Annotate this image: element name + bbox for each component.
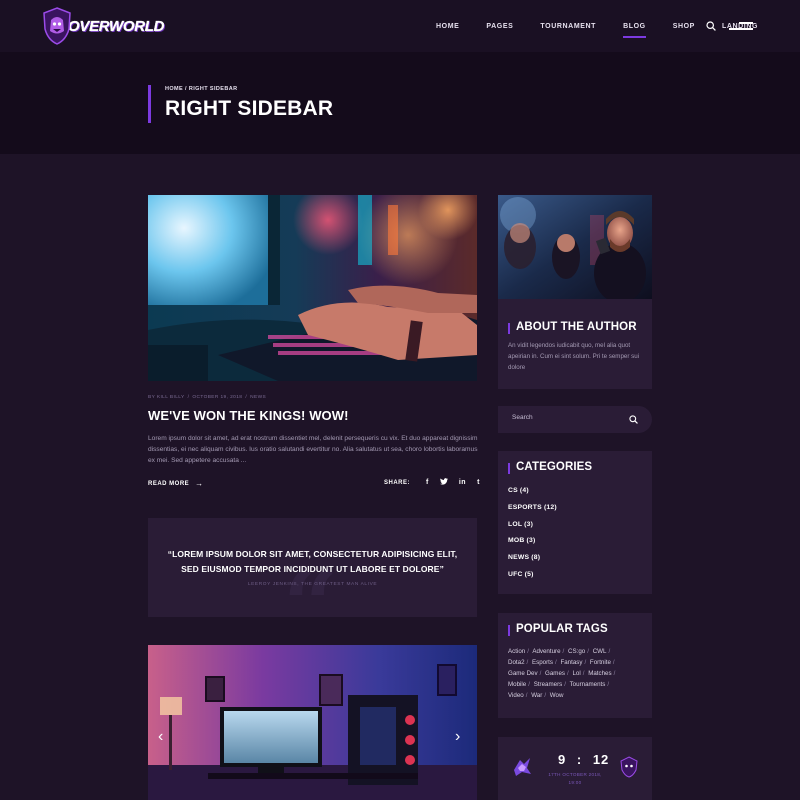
share-label: SHARE: (384, 479, 411, 486)
widget-accent-bar (508, 323, 510, 334)
slider-next-arrow-icon[interactable]: › (455, 729, 460, 745)
score-left: 9 (558, 752, 567, 767)
header-accent-bar (148, 85, 151, 123)
breadcrumb[interactable]: HOME / RIGHT SIDEBAR (165, 86, 237, 92)
categories-list: CS (4) ESPORTS (12) LOL (3) MOB (3) NEWS… (508, 487, 557, 588)
about-author-widget: ABOUT THE AUTHOR An vidit legendos iudic… (498, 195, 652, 389)
linkedin-icon[interactable]: in (459, 479, 466, 486)
nav-item-home[interactable]: HOME (436, 23, 459, 30)
share-bar: SHARE: f in t (384, 478, 491, 487)
team-right-logo-icon (620, 756, 638, 778)
nav-item-pages[interactable]: PAGES (486, 23, 513, 30)
slider-prev-arrow-icon[interactable]: ‹ (158, 729, 163, 745)
tag-link[interactable]: Game Dev (508, 670, 538, 677)
tag-link[interactable]: Lol (572, 670, 580, 677)
twitter-icon[interactable] (439, 478, 448, 487)
page-header: HOME / RIGHT SIDEBAR RIGHT SIDEBAR (0, 52, 800, 154)
tag-link[interactable]: Action (508, 648, 525, 655)
nav-item-tournament[interactable]: TOURNAMENT (540, 23, 596, 30)
logo-text: OVERWORLD (68, 17, 165, 35)
post-author[interactable]: BY KILL BILLY (148, 395, 185, 400)
category-item[interactable]: LOL (3) (508, 521, 557, 538)
tag-link[interactable]: Adventure (532, 648, 560, 655)
site-logo[interactable]: OVERWORLD (42, 6, 165, 46)
tag-link[interactable]: Tournaments (570, 681, 606, 688)
quote-author: LEEROY JENKINS, THE GREATEST MAN ALIVE (247, 582, 378, 587)
author-photo (498, 195, 652, 299)
category-item[interactable]: UFC (5) (508, 571, 557, 588)
quote-text: “LOREM IPSUM DOLOR SIT AMET, CONSECTETUR… (167, 549, 458, 574)
category-item[interactable]: CS (4) (508, 487, 557, 504)
hamburger-icon[interactable] (729, 21, 753, 31)
search-icon[interactable] (629, 415, 638, 424)
categories-title: CATEGORIES (516, 461, 593, 473)
tag-link[interactable]: Fortnite (590, 659, 611, 666)
team-left-logo-icon (514, 758, 531, 776)
post-date[interactable]: OCTOBER 19, 2018 (192, 395, 242, 400)
tag-link[interactable]: Video (508, 692, 524, 699)
post-featured-image[interactable] (148, 195, 477, 381)
nav-item-blog[interactable]: BLOG (623, 23, 646, 38)
blockquote: “ “LOREM IPSUM DOLOR SIT AMET, CONSECTET… (148, 518, 477, 617)
category-item[interactable]: MOB (3) (508, 537, 557, 554)
post-excerpt: Lorem ipsum dolor sit amet, ad erat nost… (148, 435, 478, 464)
facebook-icon[interactable]: f (426, 479, 429, 486)
categories-widget: CATEGORIES CS (4) ESPORTS (12) LOL (3) M… (498, 451, 652, 594)
tag-link[interactable]: Matches (588, 670, 611, 677)
tag-link[interactable]: Dota2 (508, 659, 525, 666)
gaming-room-photo (148, 645, 477, 800)
top-navbar: OVERWORLD HOME PAGES TOURNAMENT BLOG SHO… (0, 0, 800, 52)
post-category[interactable]: NEWS (250, 395, 266, 400)
match-date-day: 17TH OCTOBER 2018, (548, 772, 602, 777)
tag-link[interactable]: Mobile (508, 681, 526, 688)
popular-tags-title: POPULAR TAGS (516, 623, 608, 635)
search-icon[interactable] (706, 21, 716, 31)
next-match-widget[interactable]: 9 : 12 17TH OCTOBER 2018, 19:00 (498, 737, 652, 800)
tag-link[interactable]: CS:go (568, 648, 585, 655)
tag-cloud: Action / Adventure / CS:go / CWL / Dota2/ Es… (508, 648, 616, 699)
sidebar-search-input[interactable] (512, 414, 622, 421)
category-item[interactable]: NEWS (8) (508, 554, 557, 571)
about-author-text: An vidit legendos iudicabit quo, mel ali… (508, 342, 640, 371)
post-meta: BY KILL BILLY / OCTOBER 19, 2018/NEWS (148, 395, 267, 400)
score-separator: : (576, 752, 583, 767)
tag-link[interactable]: CWL (593, 648, 607, 655)
popular-tags-widget: POPULAR TAGS Action / Adventure / CS:go / C… (498, 613, 652, 718)
match-date-time: 19:00 (568, 780, 582, 785)
tag-link[interactable]: Esports (532, 659, 553, 666)
tumblr-icon[interactable]: t (477, 479, 480, 486)
gaming-keyboard-photo (148, 195, 477, 381)
widget-accent-bar (508, 463, 510, 474)
read-more-label: READ MORE (148, 480, 190, 487)
post-gallery-slider[interactable]: ‹ › (148, 645, 477, 800)
tag-link[interactable]: Streamers (534, 681, 563, 688)
post-title[interactable]: WE'VE WON THE KINGS! WOW! (148, 408, 349, 423)
match-date: 17TH OCTOBER 2018, 19:00 (545, 771, 605, 787)
tag-link[interactable]: War (531, 692, 542, 699)
nav-item-shop[interactable]: SHOP (673, 23, 695, 30)
arrow-right-icon: → (195, 479, 204, 488)
about-author-title: ABOUT THE AUTHOR (516, 321, 637, 333)
page-title: RIGHT SIDEBAR (165, 97, 334, 120)
read-more-link[interactable]: READ MORE → (148, 479, 204, 488)
logo-mascot-icon (43, 7, 71, 45)
category-item[interactable]: ESPORTS (12) (508, 504, 557, 521)
tag-link[interactable]: Fantasy (560, 659, 582, 666)
tag-link[interactable]: Games (545, 670, 565, 677)
tag-link[interactable]: Wow (550, 692, 564, 699)
match-score: 9 : 12 (558, 752, 609, 767)
score-right: 12 (592, 752, 610, 767)
widget-accent-bar (508, 625, 510, 636)
